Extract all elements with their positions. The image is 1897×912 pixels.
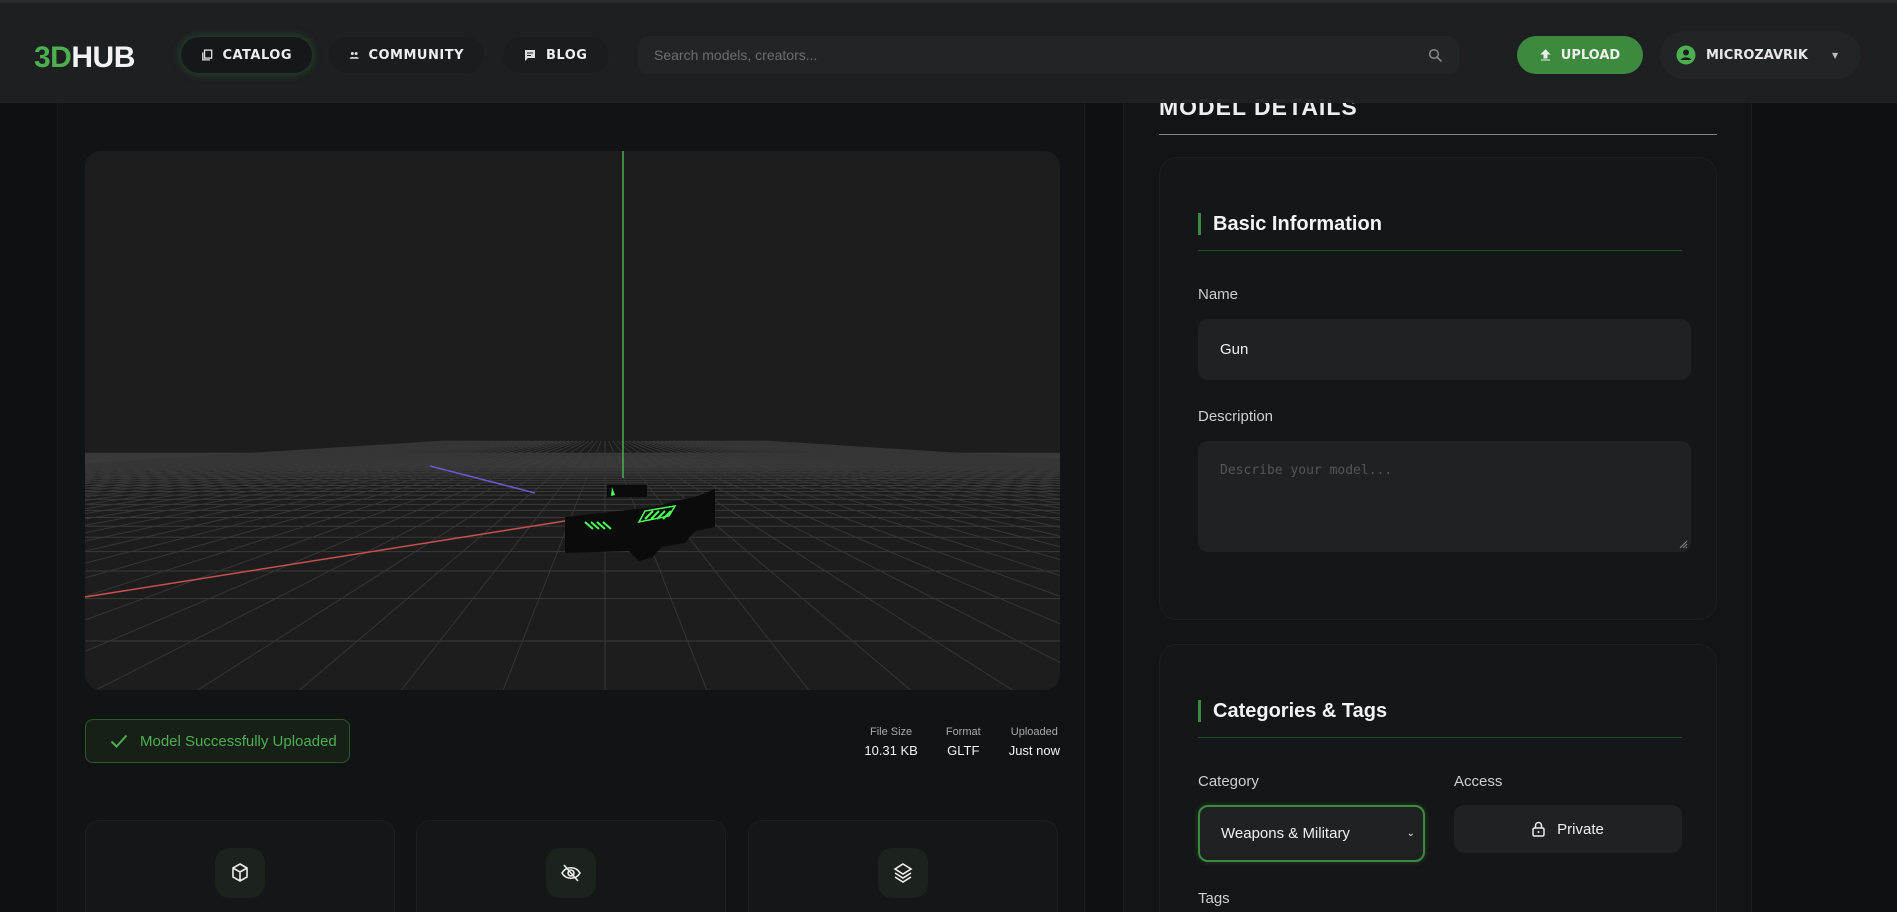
search-icon[interactable] xyxy=(1428,48,1443,63)
nav-community[interactable]: COMMUNITY xyxy=(329,37,484,73)
layers-icon xyxy=(878,848,928,898)
access-label: Access xyxy=(1454,773,1503,790)
description-placeholder: Describe your model... xyxy=(1220,463,1393,478)
access-value: Private xyxy=(1557,820,1604,838)
feature-card-model[interactable] xyxy=(85,820,395,912)
user-menu[interactable]: MICROZAVRIK ▼ xyxy=(1660,31,1861,79)
description-textarea[interactable]: Describe your model... xyxy=(1198,441,1691,552)
access-private-button[interactable]: Private xyxy=(1454,805,1682,853)
stat-uploaded: Uploaded Just now xyxy=(1009,726,1060,758)
catalog-icon xyxy=(202,49,213,61)
search-input[interactable]: Search models, creators... xyxy=(638,36,1459,74)
name-input[interactable]: Gun xyxy=(1198,319,1691,380)
upload-status: Model Successfully Uploaded xyxy=(140,732,337,750)
stat-value: Just now xyxy=(1008,743,1060,758)
upload-button[interactable]: UPLOAD xyxy=(1517,36,1643,74)
check-icon xyxy=(110,734,128,748)
username: MICROZAVRIK xyxy=(1706,47,1808,63)
upload-icon xyxy=(1540,49,1551,61)
heading-divider xyxy=(1198,250,1682,251)
title-divider xyxy=(1159,134,1717,135)
stat-value: 10.31 KB xyxy=(864,743,918,758)
stat-file-size: File Size 10.31 KB xyxy=(864,726,918,758)
file-stats: File Size 10.31 KB Format GLTF Uploaded Jus… xyxy=(864,726,1060,758)
resize-handle-icon[interactable] xyxy=(1678,539,1688,549)
avatar-icon xyxy=(1676,45,1696,65)
category-value: Weapons & Military xyxy=(1221,825,1350,842)
blog-icon xyxy=(525,50,535,61)
name-label: Name xyxy=(1198,286,1239,303)
3d-model-viewer[interactable] xyxy=(85,151,1060,690)
logo[interactable]: 3DHUB xyxy=(34,41,135,75)
search-placeholder: Search models, creators... xyxy=(654,47,818,63)
3d-scene[interactable] xyxy=(85,151,1060,690)
stat-label: Format xyxy=(945,726,981,738)
scene-background xyxy=(85,151,1060,690)
lock-icon xyxy=(1532,821,1545,837)
basic-information-card: Basic Information Name Gun Description D… xyxy=(1159,157,1717,620)
feature-card-visibility[interactable] xyxy=(416,820,726,912)
categories-heading: Categories & Tags xyxy=(1198,700,1387,722)
stat-value: GLTF xyxy=(947,743,980,758)
category-label: Category xyxy=(1198,773,1259,790)
feature-card-layers[interactable] xyxy=(748,820,1058,912)
nav-community-label: COMMUNITY xyxy=(368,47,464,63)
tags-label: Tags xyxy=(1198,890,1230,907)
category-select[interactable]: Weapons & Military ⌄ xyxy=(1198,805,1425,862)
nav-blog-label: BLOG xyxy=(546,47,588,63)
heading-divider xyxy=(1198,737,1682,738)
description-label: Description xyxy=(1198,408,1274,425)
community-icon xyxy=(349,52,359,59)
stat-format: Format GLTF xyxy=(946,726,981,758)
upload-success-badge: Model Successfully Uploaded xyxy=(85,719,350,763)
name-value: Gun xyxy=(1220,341,1249,358)
nav-catalog[interactable]: CATALOG xyxy=(181,37,312,73)
eye-off-icon xyxy=(546,848,596,898)
basic-information-heading: Basic Information xyxy=(1198,213,1382,235)
nav-blog[interactable]: BLOG xyxy=(503,37,609,73)
stat-label: File Size xyxy=(870,726,913,738)
logo-hub: HUB xyxy=(71,41,135,74)
stat-label: Uploaded xyxy=(1010,726,1058,738)
chevron-down-icon: ⌄ xyxy=(1406,828,1415,839)
upload-label: UPLOAD xyxy=(1560,47,1621,63)
logo-3d: 3D xyxy=(34,41,72,74)
cube-icon xyxy=(215,848,265,898)
categories-tags-card: Categories & Tags Category Access Weapon… xyxy=(1159,644,1717,912)
nav-catalog-label: CATALOG xyxy=(222,47,292,63)
chevron-down-icon: ▼ xyxy=(1831,50,1839,60)
top-navbar: 3DHUB CATALOG COMMUNITY BLOG Search mode… xyxy=(0,0,1897,103)
